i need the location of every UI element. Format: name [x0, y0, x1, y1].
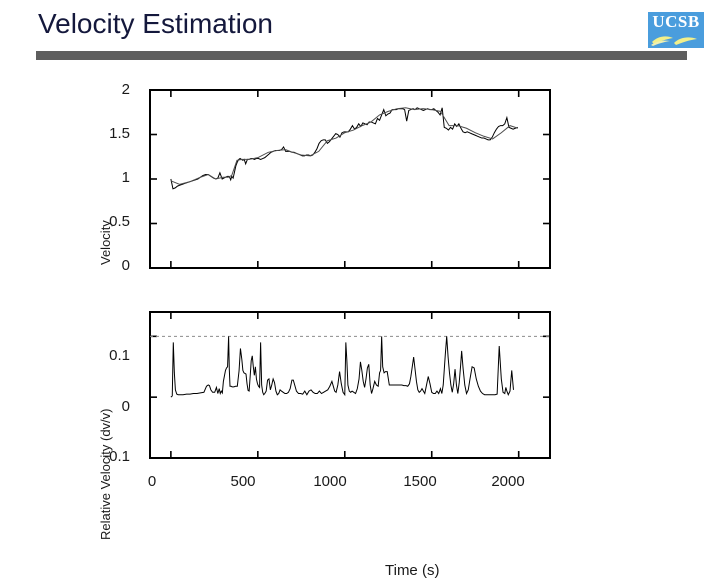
plots-svg [149, 89, 551, 459]
bottom-chart-frame [149, 311, 551, 459]
x-axis-label: Time (s) [385, 562, 440, 579]
bottom-ytick-neg0p1: -0.1 [104, 448, 130, 465]
xtick-500: 500 [230, 473, 256, 490]
top-ytick-0: 0 [121, 257, 130, 274]
title-divider [36, 51, 687, 60]
bottom-ytick-0: 0 [121, 398, 130, 415]
top-ytick-2: 2 [121, 81, 130, 98]
ucsb-waves-icon [651, 36, 697, 46]
xtick-1000: 1000 [313, 473, 347, 490]
slide-canvas: Velocity Estimation UCSB Velocity Relati… [0, 0, 720, 579]
top-chart-frame [149, 89, 551, 269]
page-title: Velocity Estimation [38, 8, 273, 39]
xtick-0: 0 [147, 473, 157, 490]
top-ytick-1p5: 1.5 [109, 125, 130, 142]
bottom-ytick-0p1: 0.1 [109, 347, 130, 364]
top-ytick-1: 1 [121, 169, 130, 186]
figure-container: Velocity Relative Velocity (dv/v) Time (… [60, 70, 660, 579]
bottom-chart-y-axis-label: Relative Velocity (dv/v) [98, 408, 113, 541]
xtick-1500: 1500 [403, 473, 437, 490]
ucsb-logo: UCSB [648, 12, 704, 48]
ucsb-wordmark-text: UCSB [652, 12, 700, 31]
xtick-2000: 2000 [491, 473, 525, 490]
top-ytick-0p5: 0.5 [109, 213, 130, 230]
